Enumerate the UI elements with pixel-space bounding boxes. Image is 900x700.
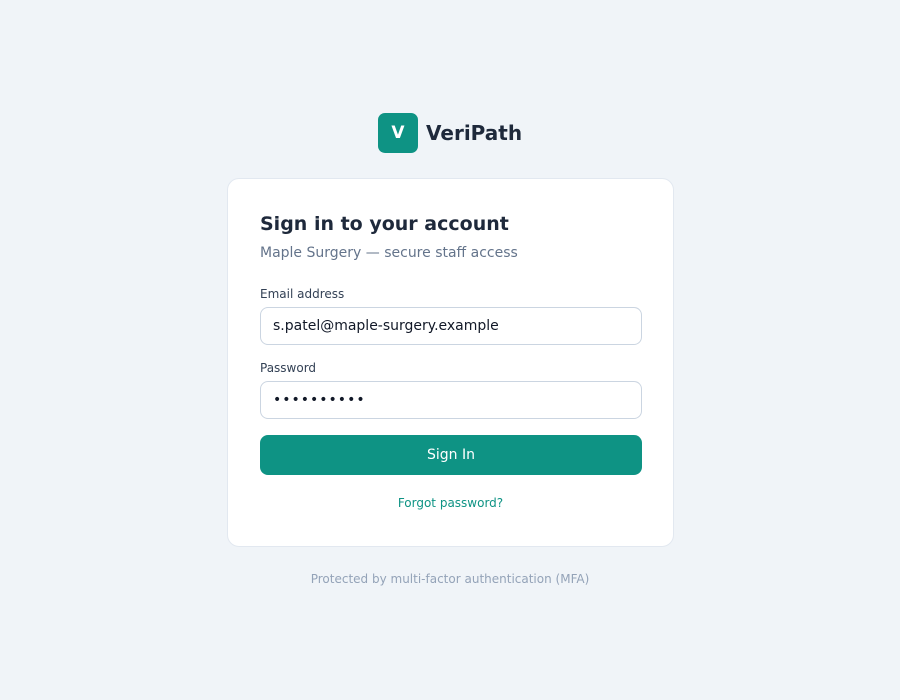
page-title: Sign in to your account — [260, 213, 509, 235]
brand-header: V VeriPath — [378, 113, 522, 153]
brand-name: VeriPath — [426, 121, 523, 145]
login-card: Sign in to your account Maple Surgery — … — [227, 178, 674, 547]
sign-in-button[interactable]: Sign In — [260, 435, 642, 475]
password-label: Password — [260, 361, 317, 375]
email-label: Email address — [260, 287, 345, 301]
mfa-note: Protected by multi-factor authentication… — [310, 572, 590, 586]
brand-logo: V — [378, 113, 418, 153]
page-subtitle: Maple Surgery — secure staff access — [260, 245, 518, 261]
forgot-password-link[interactable]: Forgot password? — [228, 496, 673, 510]
password-field[interactable] — [260, 381, 642, 419]
brand-logo-letter: V — [391, 123, 405, 143]
email-field[interactable] — [260, 307, 642, 345]
